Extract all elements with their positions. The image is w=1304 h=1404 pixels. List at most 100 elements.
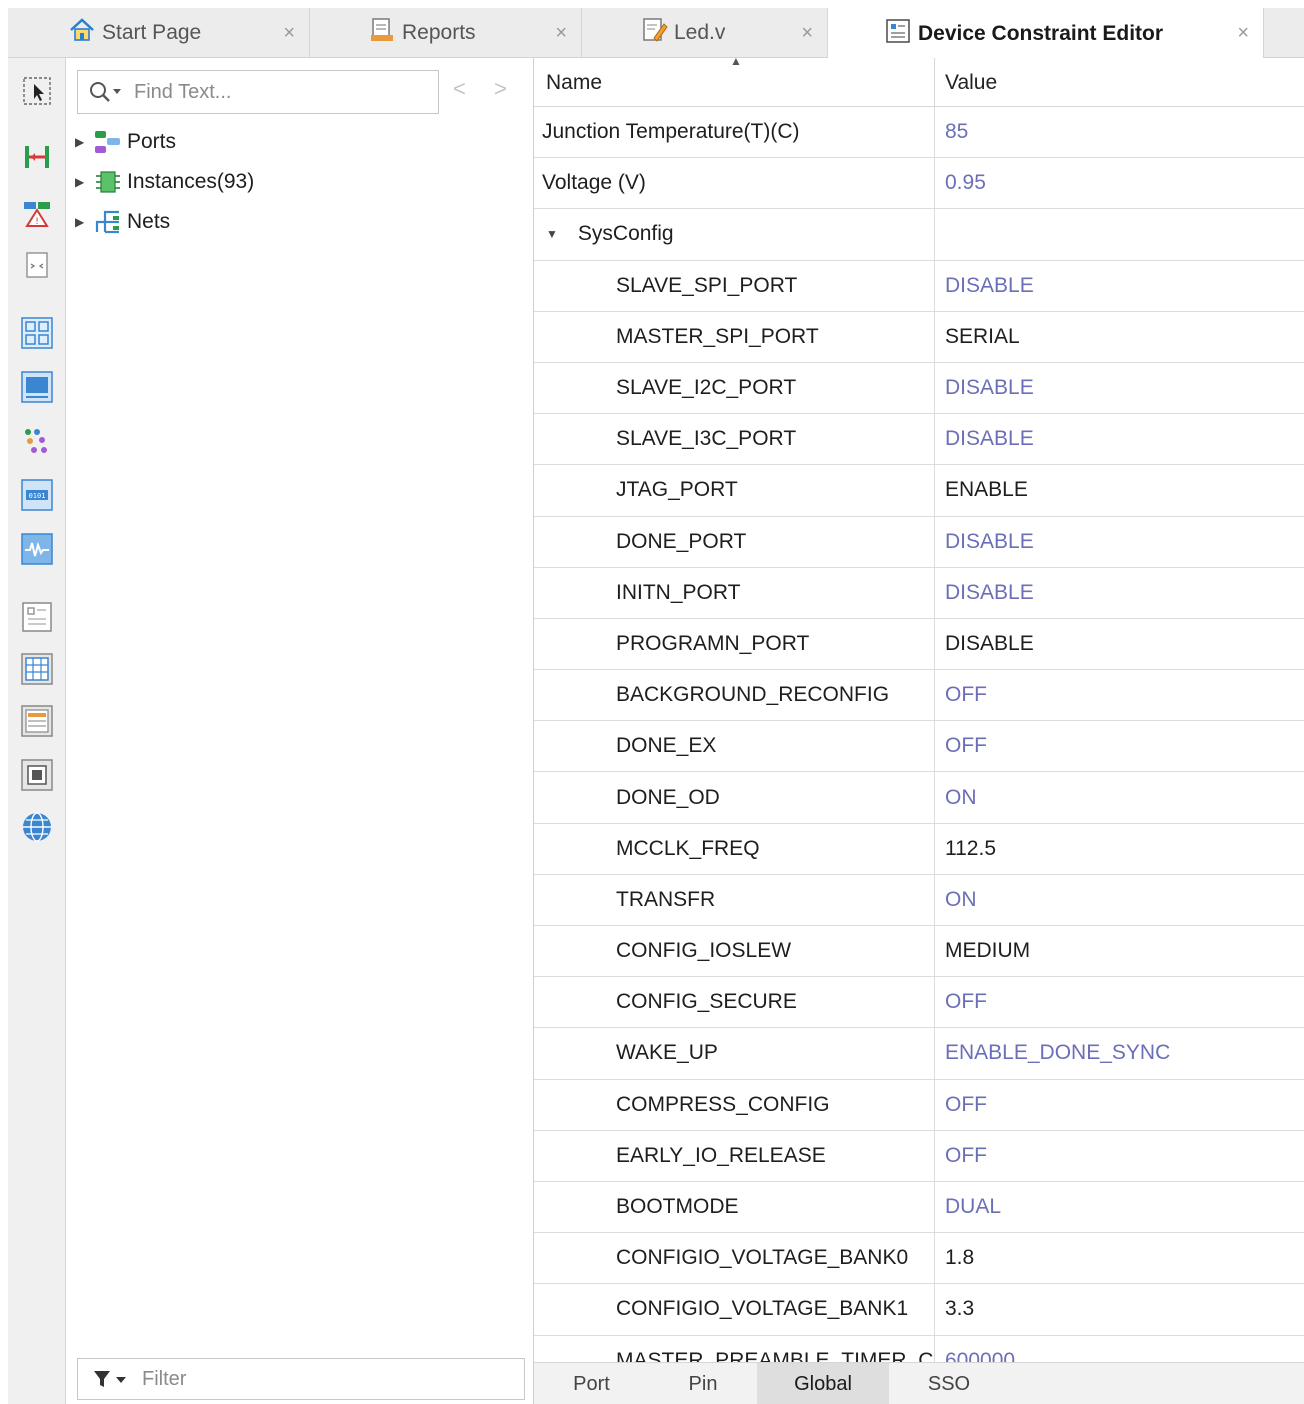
property-value-cell[interactable]: ENABLE_DONE_SYNC [935, 1028, 1304, 1078]
chevron-right-icon[interactable]: > [494, 76, 507, 101]
property-row[interactable]: CONFIGIO_VOLTAGE_BANK0 1.8 [534, 1233, 1304, 1285]
property-value: DISABLE [945, 580, 1034, 604]
chip-icon[interactable] [20, 758, 54, 792]
property-row[interactable]: PROGRAMN_PORT DISABLE [534, 618, 1304, 671]
io-timing-icon[interactable] [20, 248, 54, 282]
property-name-cell: Voltage (V) [534, 158, 935, 209]
property-row[interactable]: Voltage (V) 0.95 [534, 158, 1304, 210]
filter-icon[interactable] [92, 1368, 132, 1390]
tab-start-page[interactable]: Start Page × [8, 8, 310, 58]
tree-item-ports[interactable]: ▶ Ports [75, 124, 176, 160]
property-row[interactable]: BOOTMODE DUAL [534, 1181, 1304, 1234]
tree-item-instances[interactable]: ▶ Instances(93) [75, 164, 254, 200]
chevron-left-icon[interactable]: < [453, 76, 466, 101]
property-row[interactable]: DONE_EX OFF [534, 721, 1304, 773]
column-header-name[interactable]: ▲ Name [534, 58, 935, 107]
property-row[interactable]: JTAG_PORT ENABLE [534, 465, 1304, 517]
tab-pin[interactable]: Pin [649, 1363, 757, 1404]
tab-led-v[interactable]: Led.v × [582, 8, 828, 58]
expand-arrow-icon[interactable]: ▶ [75, 135, 93, 149]
property-value-cell[interactable]: OFF [935, 1080, 1304, 1130]
property-value-cell[interactable]: DISABLE [935, 261, 1304, 311]
waveform-icon[interactable] [20, 532, 54, 566]
property-row[interactable]: COMPRESS_CONFIG OFF [534, 1079, 1304, 1131]
collapse-arrow-icon[interactable]: ▼ [546, 227, 558, 241]
property-row[interactable]: DONE_OD ON [534, 772, 1304, 824]
property-row[interactable]: Junction Temperature(T)(C) 85 [534, 107, 1304, 159]
property-row[interactable]: MCCLK_FREQ 112.5 [534, 823, 1304, 875]
property-value-cell[interactable]: DISABLE [935, 568, 1304, 618]
property-name: CONFIG_IOSLEW [616, 939, 792, 963]
property-row[interactable]: TRANSFR ON [534, 874, 1304, 926]
property-name: JTAG_PORT [616, 478, 738, 502]
property-row[interactable]: MASTER_PREAMBLE_TIMER_C 600000 [534, 1335, 1304, 1362]
column-header-value[interactable]: Value [935, 58, 1304, 107]
route-icon[interactable] [20, 140, 54, 174]
select-icon[interactable] [20, 74, 54, 108]
expand-arrow-icon[interactable]: ▶ [75, 175, 93, 189]
property-value-cell[interactable]: 112.5 [935, 824, 1304, 874]
property-row[interactable]: INITN_PORT DISABLE [534, 567, 1304, 619]
find-text-input[interactable]: Find Text... [77, 70, 439, 114]
property-value-cell[interactable]: SERIAL [935, 312, 1304, 362]
floorplan-icon[interactable] [20, 316, 54, 350]
property-name: CONFIG_SECURE [616, 990, 797, 1014]
property-value-cell[interactable]: 1.8 [935, 1233, 1304, 1283]
property-value-cell[interactable]: ENABLE [935, 465, 1304, 515]
property-row[interactable]: CONFIGIO_VOLTAGE_BANK1 3.3 [534, 1284, 1304, 1336]
properties-icon[interactable] [20, 600, 54, 634]
property-value-cell[interactable]: OFF [935, 670, 1304, 720]
search-icon[interactable] [88, 80, 122, 104]
property-value-cell[interactable]: DISABLE [935, 414, 1304, 464]
tab-port[interactable]: Port [534, 1363, 649, 1404]
property-name: DONE_PORT [616, 529, 747, 553]
close-icon[interactable]: × [283, 22, 295, 45]
property-row[interactable]: DONE_PORT DISABLE [534, 516, 1304, 568]
property-value-cell[interactable]: OFF [935, 1131, 1304, 1181]
property-row[interactable]: MASTER_SPI_PORT SERIAL [534, 311, 1304, 363]
property-row[interactable]: CONFIG_SECURE OFF [534, 977, 1304, 1029]
property-value-cell[interactable]: DISABLE [935, 517, 1304, 567]
property-row[interactable]: SLAVE_I2C_PORT DISABLE [534, 362, 1304, 415]
close-icon[interactable]: × [801, 22, 813, 45]
close-icon[interactable]: × [555, 22, 567, 45]
property-name: WAKE_UP [616, 1041, 718, 1065]
property-value: SERIAL [945, 324, 1020, 348]
property-row[interactable]: SLAVE_SPI_PORT DISABLE [534, 260, 1304, 312]
device-view-icon[interactable] [20, 370, 54, 404]
memory-icon[interactable]: 0101 [20, 478, 54, 512]
globe-icon[interactable] [20, 810, 54, 844]
report-table-icon[interactable] [20, 704, 54, 738]
property-value-cell[interactable]: OFF [935, 977, 1304, 1027]
tab-reports[interactable]: Reports × [310, 8, 582, 58]
close-icon[interactable]: × [1237, 22, 1249, 45]
property-row[interactable]: EARLY_IO_RELEASE OFF [534, 1130, 1304, 1182]
group-row[interactable]: ▼ SysConfig [534, 209, 1304, 261]
property-row[interactable]: CONFIG_IOSLEW MEDIUM [534, 926, 1304, 978]
property-value-cell[interactable]: MEDIUM [935, 926, 1304, 976]
property-row[interactable]: BACKGROUND_RECONFIG OFF [534, 670, 1304, 722]
spreadsheet-icon[interactable] [20, 652, 54, 686]
expand-arrow-icon[interactable]: ▶ [75, 215, 93, 229]
netlist-icon[interactable] [20, 424, 54, 458]
tab-global[interactable]: Global [757, 1363, 889, 1404]
property-value-cell[interactable]: ON [935, 875, 1304, 925]
property-value-cell[interactable]: OFF [935, 721, 1304, 771]
grid-rows: Junction Temperature(T)(C) 85 Voltage (V) 0… [534, 107, 1304, 1362]
tab-sso[interactable]: SSO [889, 1363, 1009, 1404]
property-value-cell[interactable]: 600000 [935, 1336, 1304, 1362]
tree-item-nets[interactable]: ▶ Nets [75, 204, 170, 240]
property-row[interactable]: SLAVE_I3C_PORT DISABLE [534, 414, 1304, 466]
property-value-cell[interactable]: DUAL [935, 1182, 1304, 1232]
property-value-cell[interactable]: 0.95 [935, 158, 1304, 208]
filter-input[interactable]: Filter [77, 1358, 525, 1400]
pin-planner-icon[interactable]: ! [20, 196, 54, 230]
tab-device-constraint-editor[interactable]: Device Constraint Editor × [828, 8, 1264, 59]
property-row[interactable]: WAKE_UP ENABLE_DONE_SYNC [534, 1028, 1304, 1080]
property-value-cell[interactable]: DISABLE [935, 619, 1304, 669]
property-value-cell[interactable]: DISABLE [935, 363, 1304, 413]
property-value-cell[interactable]: 3.3 [935, 1284, 1304, 1334]
property-value-cell[interactable]: 85 [935, 107, 1304, 157]
property-value-cell[interactable]: ON [935, 772, 1304, 822]
property-name-cell: DONE_PORT [534, 516, 935, 567]
